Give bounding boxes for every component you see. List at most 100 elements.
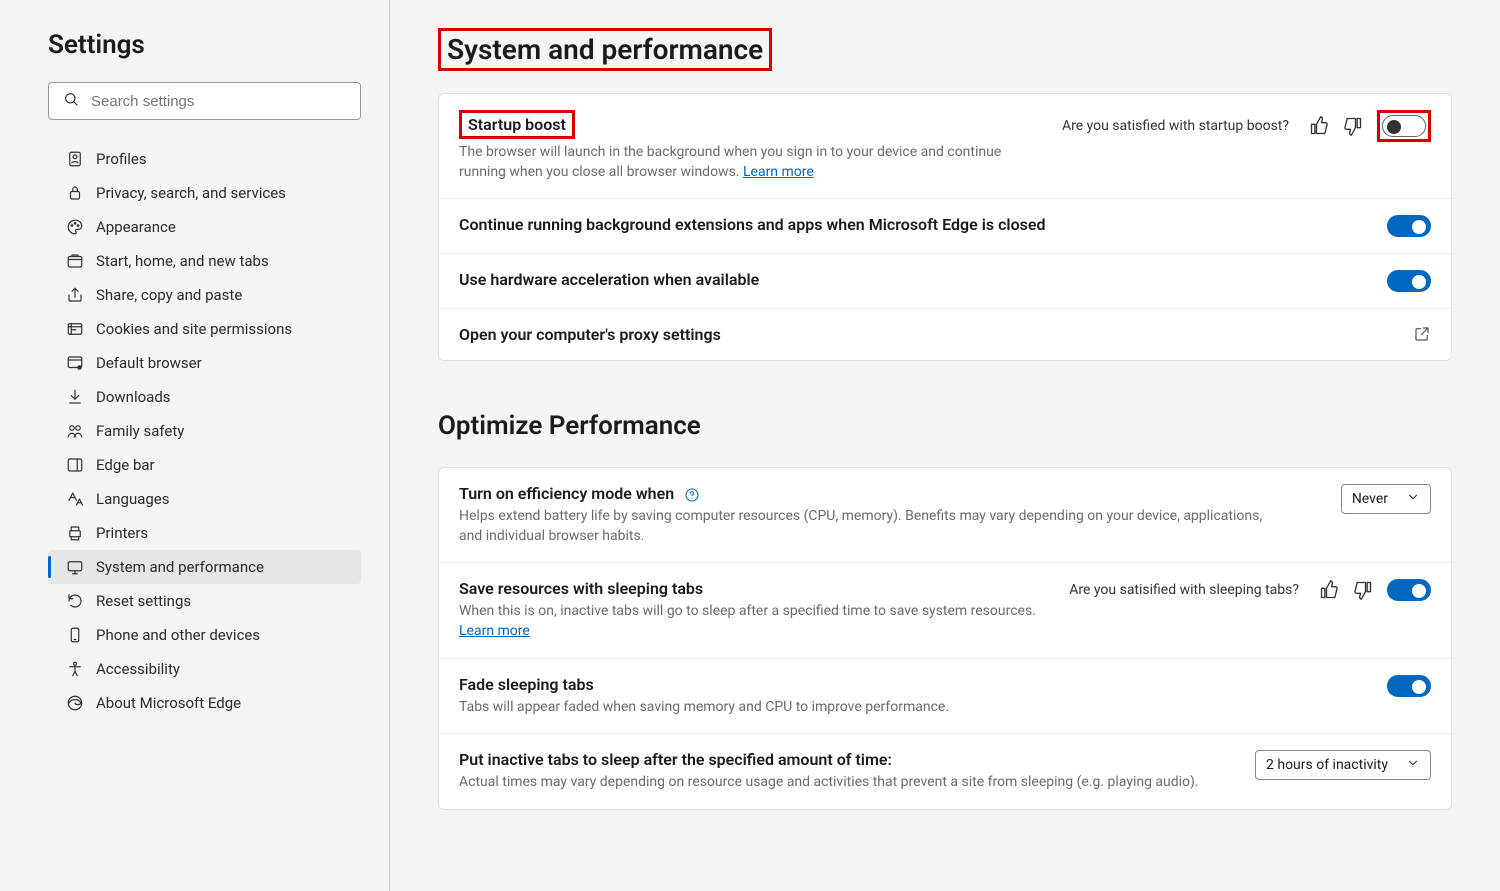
tabs-icon (66, 252, 84, 270)
sidebar-item-label: Profiles (96, 150, 147, 168)
reset-icon (66, 592, 84, 610)
palette-icon (66, 218, 84, 236)
system-icon (66, 558, 84, 576)
inactive-sleep-select-value: 2 hours of inactivity (1266, 757, 1388, 773)
efficiency-select-value: Never (1352, 491, 1388, 507)
chevron-down-icon (1406, 756, 1420, 774)
sleeping-tabs-learn-more[interactable]: Learn more (459, 623, 530, 639)
row-bg-extensions: Continue running background extensions a… (439, 199, 1451, 254)
sidebar-item-phone-and-other-devices[interactable]: Phone and other devices (48, 618, 361, 652)
row-startup-boost: Startup boost The browser will launch in… (439, 94, 1451, 199)
row-proxy[interactable]: Open your computer's proxy settings (439, 309, 1451, 360)
sidebar-item-reset-settings[interactable]: Reset settings (48, 584, 361, 618)
bg-extensions-toggle[interactable] (1387, 215, 1431, 237)
settings-sidebar: Settings Profiles Privacy, search, and se… (0, 0, 390, 891)
row-sleeping-tabs: Save resources with sleeping tabs When t… (439, 563, 1451, 658)
sidebar-item-share-copy-and-paste[interactable]: Share, copy and paste (48, 278, 361, 312)
annotation-box-toggle (1377, 110, 1431, 142)
download-icon (66, 388, 84, 406)
row-fade-tabs: Fade sleeping tabs Tabs will appear fade… (439, 659, 1451, 735)
optimize-performance-heading: Optimize Performance (438, 411, 1452, 441)
sleeping-tabs-title: Save resources with sleeping tabs (459, 579, 703, 598)
language-icon (66, 490, 84, 508)
sidebar-item-label: Printers (96, 524, 148, 542)
info-icon[interactable] (684, 487, 700, 503)
startup-boost-learn-more[interactable]: Learn more (743, 164, 814, 180)
sidebar-item-printers[interactable]: Printers (48, 516, 361, 550)
sidebar-item-languages[interactable]: Languages (48, 482, 361, 516)
share-icon (66, 286, 84, 304)
efficiency-title: Turn on efficiency mode when (459, 484, 700, 503)
sidebar-item-label: Phone and other devices (96, 626, 260, 644)
sidebar-item-about-microsoft-edge[interactable]: About Microsoft Edge (48, 686, 361, 720)
nav-list: Profiles Privacy, search, and services App… (48, 142, 361, 720)
sidebar-item-label: Family safety (96, 422, 184, 440)
sidebar-item-privacy-search-and-services[interactable]: Privacy, search, and services (48, 176, 361, 210)
sidebar-item-label: Appearance (96, 218, 176, 236)
inactive-sleep-title: Put inactive tabs to sleep after the spe… (459, 750, 892, 769)
external-link-icon (1413, 325, 1431, 343)
thumbs-down-icon[interactable] (1343, 116, 1363, 136)
fade-tabs-toggle[interactable] (1387, 675, 1431, 697)
thumbs-down-icon[interactable] (1353, 580, 1373, 600)
printer-icon (66, 524, 84, 542)
search-input[interactable] (91, 93, 346, 110)
sidebar-item-system-and-performance[interactable]: System and performance (48, 550, 361, 584)
sidebar-item-label: Edge bar (96, 456, 155, 474)
sleeping-tabs-toggle[interactable] (1387, 579, 1431, 601)
sidebar-item-label: Downloads (96, 388, 171, 406)
efficiency-select[interactable]: Never (1341, 484, 1431, 514)
search-box[interactable] (48, 82, 361, 120)
sidebar-item-label: Cookies and site permissions (96, 320, 292, 338)
hw-accel-title: Use hardware acceleration when available (459, 270, 759, 289)
annotation-box-startup: Startup boost (459, 110, 575, 139)
sidebar-item-label: Languages (96, 490, 170, 508)
sidebar-item-label: Share, copy and paste (96, 286, 242, 304)
fade-tabs-desc: Tabs will appear faded when saving memor… (459, 698, 1279, 718)
lock-icon (66, 184, 84, 202)
row-efficiency: Turn on efficiency mode when Helps exten… (439, 468, 1451, 563)
sidebar-item-profiles[interactable]: Profiles (48, 142, 361, 176)
sidebar-item-label: System and performance (96, 558, 264, 576)
startup-boost-title: Startup boost (468, 115, 566, 134)
sidebar-item-default-browser[interactable]: Default browser (48, 346, 361, 380)
startup-boost-desc: The browser will launch in the backgroun… (459, 143, 1042, 182)
thumbs-up-icon[interactable] (1309, 116, 1329, 136)
startup-boost-toggle[interactable] (1382, 115, 1426, 137)
proxy-title: Open your computer's proxy settings (459, 325, 721, 344)
profile-icon (66, 150, 84, 168)
startup-feedback-question: Are you satisfied with startup boost? (1062, 118, 1289, 134)
hw-accel-toggle[interactable] (1387, 270, 1431, 292)
settings-heading: Settings (48, 30, 361, 60)
sidebar-item-downloads[interactable]: Downloads (48, 380, 361, 414)
sidebar-item-label: Start, home, and new tabs (96, 252, 269, 270)
sidebar-item-cookies-and-site-permissions[interactable]: Cookies and site permissions (48, 312, 361, 346)
sidebar-item-start-home-and-new-tabs[interactable]: Start, home, and new tabs (48, 244, 361, 278)
sidebar-item-label: Accessibility (96, 660, 180, 678)
row-inactive-sleep: Put inactive tabs to sleep after the spe… (439, 734, 1451, 809)
sidebar-item-accessibility[interactable]: Accessibility (48, 652, 361, 686)
sidebar-item-appearance[interactable]: Appearance (48, 210, 361, 244)
thumbs-up-icon[interactable] (1319, 580, 1339, 600)
bg-extensions-title: Continue running background extensions a… (459, 215, 1045, 234)
edge-icon (66, 694, 84, 712)
sidebar-item-label: Default browser (96, 354, 202, 372)
accessibility-icon (66, 660, 84, 678)
system-card: Startup boost The browser will launch in… (438, 93, 1452, 361)
sleeping-tabs-desc: When this is on, inactive tabs will go t… (459, 602, 1049, 641)
sidebar-item-label: About Microsoft Edge (96, 694, 241, 712)
sidebar-item-label: Privacy, search, and services (96, 184, 286, 202)
sidebar-item-family-safety[interactable]: Family safety (48, 414, 361, 448)
cookie-icon (66, 320, 84, 338)
chevron-down-icon (1406, 490, 1420, 508)
inactive-sleep-select[interactable]: 2 hours of inactivity (1255, 750, 1431, 780)
page-title: System and performance (447, 33, 763, 66)
search-icon (63, 91, 79, 111)
annotation-box-title: System and performance (438, 28, 772, 71)
inactive-sleep-desc: Actual times may vary depending on resou… (459, 773, 1235, 793)
browser-icon (66, 354, 84, 372)
efficiency-desc: Helps extend battery life by saving comp… (459, 507, 1279, 546)
edgebar-icon (66, 456, 84, 474)
sidebar-item-edge-bar[interactable]: Edge bar (48, 448, 361, 482)
sleeping-feedback-question: Are you satisified with sleeping tabs? (1069, 582, 1299, 598)
